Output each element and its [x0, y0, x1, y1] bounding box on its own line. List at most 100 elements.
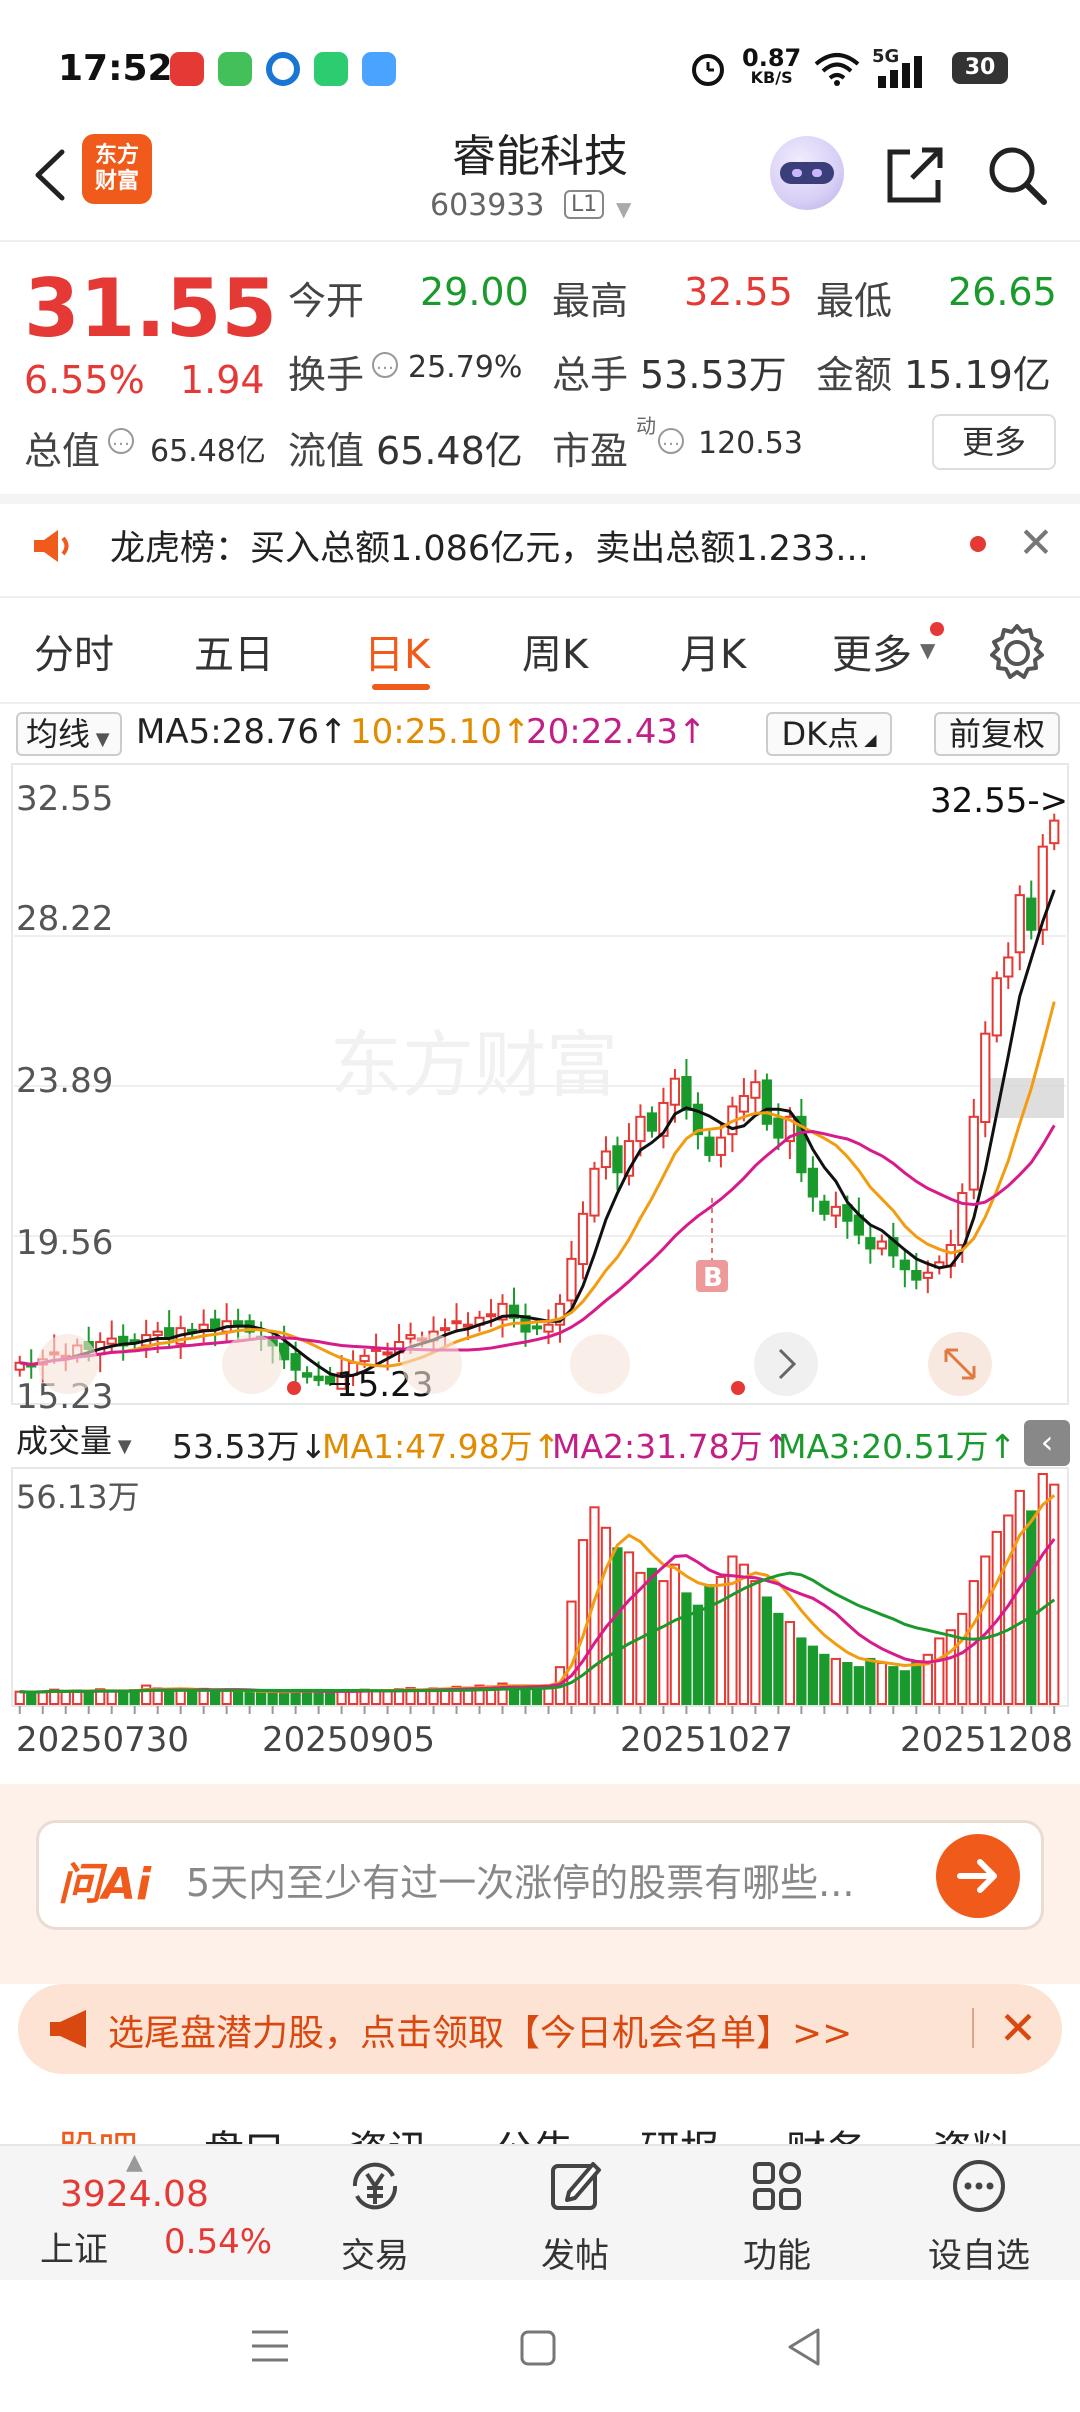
volume-bar — [301, 1690, 313, 1706]
candle — [577, 1212, 589, 1266]
indicator-select[interactable]: 均线 ▼ — [16, 712, 122, 756]
volume-bar — [807, 1645, 819, 1706]
candle — [382, 1351, 393, 1356]
chevron-down-icon[interactable]: ▼ — [616, 197, 631, 221]
search-icon[interactable] — [982, 140, 1052, 210]
candle — [1026, 897, 1037, 931]
change-percent: 6.55% — [24, 358, 145, 402]
adjust-price-button[interactable]: 前复权 — [934, 712, 1060, 756]
ai-search-input[interactable]: 5天内至少有过一次涨停的股票有哪些... — [186, 1852, 854, 1907]
volume-bar — [382, 1690, 393, 1706]
subtab-research[interactable]: 研报 — [640, 2118, 720, 2144]
high-value: 32.55 — [684, 270, 793, 314]
volume-bar — [83, 1691, 94, 1705]
close-icon[interactable]: ✕ — [1016, 520, 1056, 566]
volume-bar — [187, 1690, 198, 1705]
nav-post-label: 发帖 — [541, 2236, 609, 2276]
subtab-orderbook[interactable]: 盘口 — [204, 2118, 284, 2144]
grid-apps-icon — [753, 2162, 801, 2210]
volume-bar — [945, 1629, 956, 1705]
volume-indicator-select[interactable]: 成交量 ▼ — [16, 1420, 166, 1462]
subtab-announcements[interactable]: 公告 — [494, 2118, 574, 2144]
tab-five-day[interactable]: 五日 — [194, 622, 274, 680]
volume-bar — [244, 1691, 255, 1706]
volume-bar — [1049, 1483, 1060, 1705]
more-button[interactable]: 更多 — [932, 414, 1056, 470]
info-icon[interactable]: … — [658, 428, 684, 454]
float-value: 65.48亿 — [376, 429, 523, 473]
network-speed: 0.87 KB/S — [742, 44, 802, 87]
chevron-left-icon — [222, 1334, 282, 1394]
change-amount: 1.94 — [180, 358, 265, 402]
volume-bar — [934, 1637, 945, 1705]
nav-post[interactable]: 发帖 — [500, 2156, 650, 2276]
subtab-forum[interactable]: 股吧 — [58, 2118, 138, 2144]
stock-code[interactable]: 603933 — [430, 188, 545, 223]
close-icon[interactable]: ✕ — [988, 1998, 1048, 2058]
candle — [807, 1167, 819, 1198]
y-axis-label: 32.55 — [16, 779, 113, 819]
sub-tabs: 股吧 盘口 资讯 公告 研报 财务 资料 — [0, 2090, 1080, 2144]
chevron-down-icon: ▼ — [920, 638, 936, 662]
nav-add-watchlist[interactable]: 设自选 — [904, 2156, 1054, 2276]
menu-icon[interactable] — [248, 2326, 292, 2366]
info-icon[interactable]: … — [372, 352, 398, 378]
message-app-icon — [218, 52, 252, 86]
share-icon[interactable] — [880, 140, 950, 210]
turnover-value: 25.79% — [408, 350, 523, 385]
info-icon[interactable]: … — [108, 428, 134, 454]
indicator-select-label: 均线 — [26, 715, 91, 753]
mktcap-value: 65.48亿 — [150, 434, 266, 469]
nav-functions[interactable]: 功能 — [702, 2156, 852, 2276]
candle — [589, 1167, 600, 1217]
tab-daily-k[interactable]: 日K — [364, 622, 430, 680]
collapse-chevron-icon[interactable]: ‹ — [1024, 1420, 1070, 1466]
gear-icon[interactable] — [984, 620, 1050, 686]
volume-bar — [911, 1662, 922, 1705]
ai-logo: 问Ai — [58, 1859, 152, 1910]
promo-text[interactable]: 选尾盘潜力股，点击领取【今日机会名单】>> — [108, 2004, 852, 2056]
candle — [612, 1145, 623, 1174]
volume-bar — [773, 1612, 784, 1705]
candle — [152, 1330, 163, 1337]
tabs-divider — [0, 702, 1080, 704]
volume-bar — [692, 1604, 704, 1705]
volume-bar — [106, 1689, 117, 1706]
signal-icon — [878, 56, 922, 88]
candle — [290, 1353, 301, 1371]
volume-bar — [577, 1539, 589, 1705]
tab-monthly-k[interactable]: 月K — [680, 622, 746, 680]
index-value[interactable]: 3924.08 — [60, 2174, 209, 2215]
dk-point-button[interactable]: DK点 ◢ — [766, 712, 892, 756]
kline-chart[interactable]: 东方财富 32.5528.2223.8919.5615.2332.55->15.… — [0, 760, 1080, 1412]
watermark: 东方财富 — [330, 1023, 618, 1107]
tab-intraday[interactable]: 分时 — [34, 622, 114, 680]
app-notification-icon — [170, 52, 204, 86]
candle — [761, 1079, 773, 1125]
volume-bar — [738, 1563, 750, 1706]
chevron-up-icon[interactable]: ▲ — [126, 2150, 143, 2175]
arrow-right-icon[interactable] — [936, 1834, 1020, 1918]
home-icon[interactable] — [518, 2328, 558, 2368]
index-percent[interactable]: 0.54% — [164, 2222, 272, 2262]
ticker-divider — [0, 596, 1080, 598]
notification-dot — [930, 622, 944, 636]
tab-more[interactable]: 更多 — [832, 622, 912, 680]
back-nav-icon[interactable] — [782, 2326, 826, 2368]
yen-exchange-icon — [352, 2162, 398, 2210]
subtab-financials[interactable]: 财务 — [786, 2118, 866, 2144]
index-name[interactable]: 上证 — [40, 2222, 108, 2271]
ticker-text[interactable]: 龙虎榜：买入总额1.086亿元，卖出总额1.233... — [110, 520, 869, 571]
nav-trade[interactable]: 交易 — [300, 2156, 450, 2276]
chevron-left-icon — [38, 1334, 98, 1394]
volume-bar — [888, 1666, 899, 1705]
amount-value: 15.19亿 — [904, 353, 1051, 397]
subtab-news[interactable]: 资讯 — [348, 2118, 428, 2144]
buy-marker-label: B — [703, 1263, 723, 1293]
volume-bar — [784, 1621, 796, 1705]
subtab-profile[interactable]: 资料 — [932, 2118, 1012, 2144]
volume-bar — [830, 1657, 841, 1706]
tab-weekly-k[interactable]: 周K — [522, 622, 588, 680]
back-button[interactable] — [22, 140, 82, 210]
volume-chart[interactable]: 56.13万 — [0, 1464, 1080, 1714]
